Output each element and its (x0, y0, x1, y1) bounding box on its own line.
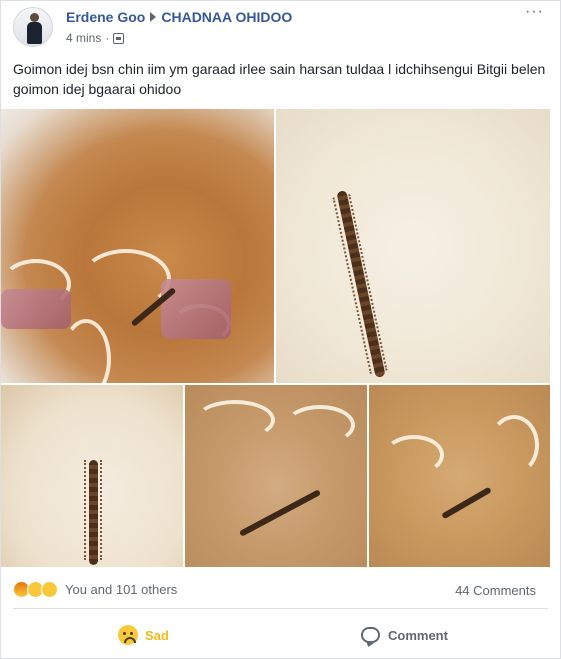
post-meta: 4 mins · (66, 31, 125, 45)
group-audience-icon[interactable] (113, 32, 125, 44)
post-photo-2[interactable] (276, 109, 550, 383)
post-photo-1[interactable] (1, 109, 274, 383)
post-photo-3[interactable] (1, 385, 183, 567)
sad-reaction-icon (41, 581, 58, 598)
reaction-count-text[interactable]: You and 101 others (65, 582, 177, 597)
post-photo-4[interactable] (185, 385, 367, 567)
arrow-right-icon (150, 12, 157, 22)
comment-button[interactable]: Comment (361, 621, 448, 649)
comments-count[interactable]: 44 Comments (455, 583, 536, 598)
post-text: Goimon idej bsn chin iim ym garaad irlee… (13, 61, 546, 97)
post-header: Erdene Goo CHADNAA OHIDOO (66, 9, 292, 25)
comment-label: Comment (388, 627, 448, 643)
author-name[interactable]: Erdene Goo (66, 9, 145, 25)
post-timestamp[interactable]: 4 mins (66, 31, 101, 45)
sad-reaction-button[interactable]: Sad (118, 621, 169, 649)
sad-reaction-label: Sad (145, 627, 169, 643)
post-card: Erdene Goo CHADNAA OHIDOO 4 mins · ··· G… (0, 0, 561, 659)
more-options-icon[interactable]: ··· (525, 4, 544, 20)
comment-icon (361, 627, 380, 643)
reaction-summary[interactable]: You and 101 others (13, 581, 177, 598)
author-avatar[interactable] (13, 7, 53, 47)
post-photo-5[interactable] (369, 385, 550, 567)
divider (13, 608, 548, 609)
group-name[interactable]: CHADNAA OHIDOO (161, 9, 292, 25)
sad-face-icon (118, 625, 138, 645)
